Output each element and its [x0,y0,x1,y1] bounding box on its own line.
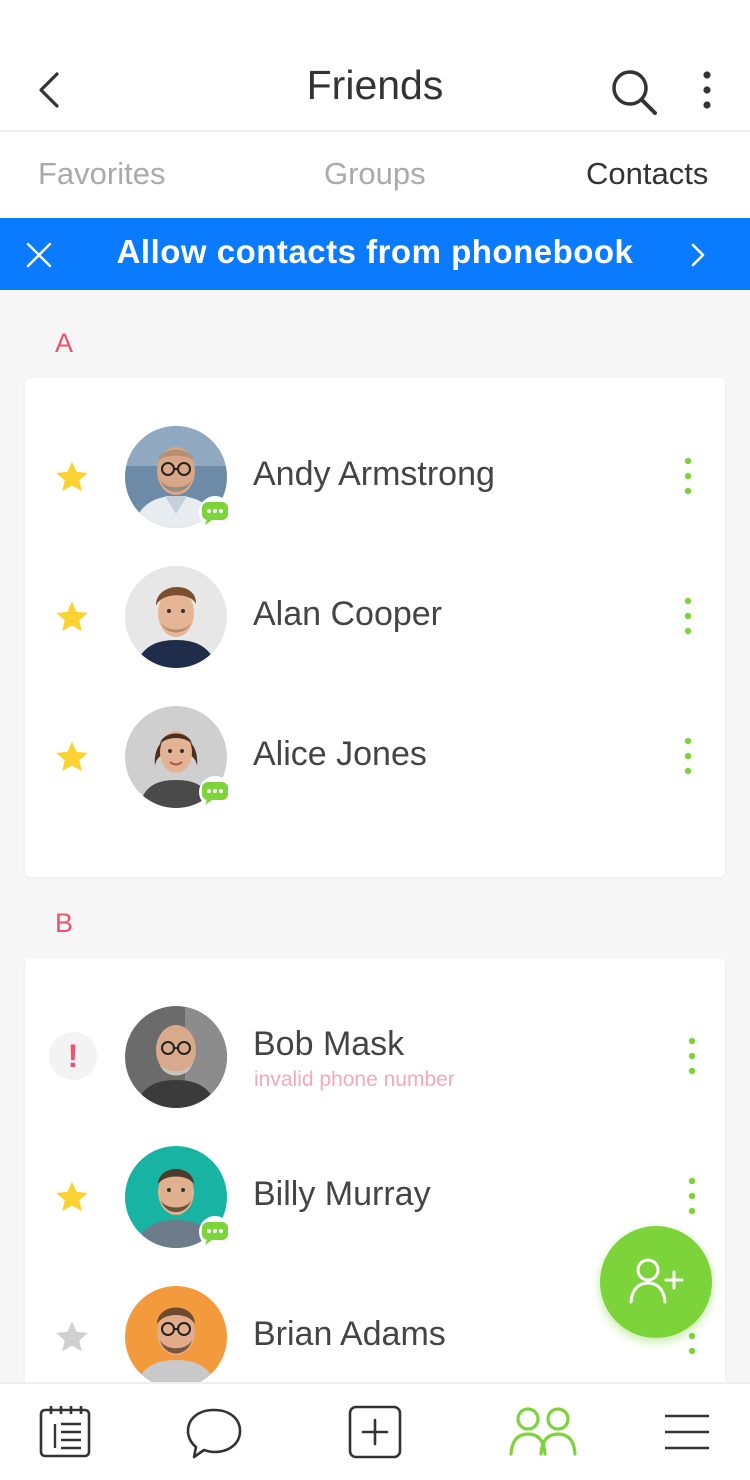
contact-group-b: ! Bob Mask invalid phone number Billy Mu… [25,958,725,1398]
contact-row[interactable]: ! Bob Mask invalid phone number [25,998,725,1118]
tab-contacts[interactable]: Contacts [586,156,708,192]
contact-more-icon[interactable] [682,596,694,636]
contact-group-a: Andy Armstrong Alan Cooper Alice Jones [25,378,725,877]
star-filled-icon[interactable] [53,738,91,776]
chevron-right-icon[interactable] [686,240,710,270]
contact-name: Brian Adams [253,1315,446,1353]
app-header: Friends [0,40,750,132]
avatar[interactable] [125,1286,227,1388]
contact-more-icon[interactable] [682,736,694,776]
plus-square-icon[interactable] [343,1404,407,1462]
contact-row[interactable]: Alan Cooper [25,558,725,678]
section-letter-b: B [55,908,74,938]
menu-icon[interactable] [655,1404,719,1462]
star-filled-icon[interactable] [53,598,91,636]
add-user-icon [629,1258,684,1304]
message-badge [199,1216,231,1248]
chat-dots-icon [202,782,228,805]
more-options-icon[interactable] [690,70,724,110]
avatar[interactable] [125,1006,227,1108]
contact-name: Billy Murray [253,1175,431,1213]
tab-favorites[interactable]: Favorites [38,156,165,192]
message-badge [199,496,231,528]
star-filled-icon[interactable] [53,1178,91,1216]
tab-bar: Favorites Groups Contacts [0,132,750,218]
banner-text: Allow contacts from phonebook [116,233,634,270]
contact-more-icon[interactable] [682,456,694,496]
avatar[interactable] [125,566,227,668]
contact-more-icon[interactable] [686,1176,698,1216]
search-icon[interactable] [608,66,660,118]
contact-row[interactable]: Andy Armstrong [25,418,725,538]
bottom-navigation [0,1382,750,1480]
chat-dots-icon [202,502,228,525]
star-empty-icon[interactable] [53,1318,91,1356]
contact-error-text: invalid phone number [254,1068,455,1091]
contact-name: Alan Cooper [253,595,443,633]
warning-icon[interactable]: ! [49,1032,97,1080]
star-filled-icon[interactable] [53,458,91,496]
message-badge [199,776,231,808]
chat-bubble-icon[interactable] [182,1404,246,1462]
contact-name: Bob Mask [253,1025,405,1063]
top-area: Friends Favorites Groups Contacts [0,0,750,218]
contact-more-icon[interactable] [686,1036,698,1076]
tab-groups[interactable]: Groups [324,156,426,192]
section-letter-a: A [55,328,74,358]
contact-row[interactable]: Alice Jones [25,698,725,818]
contact-name: Andy Armstrong [253,455,495,493]
chat-dots-icon [202,1222,228,1245]
notebook-icon[interactable] [33,1404,97,1462]
phonebook-banner[interactable]: Allow contacts from phonebook [0,218,750,290]
contact-name: Alice Jones [253,735,427,773]
add-contact-button[interactable] [600,1226,712,1338]
friends-icon[interactable] [508,1404,580,1462]
